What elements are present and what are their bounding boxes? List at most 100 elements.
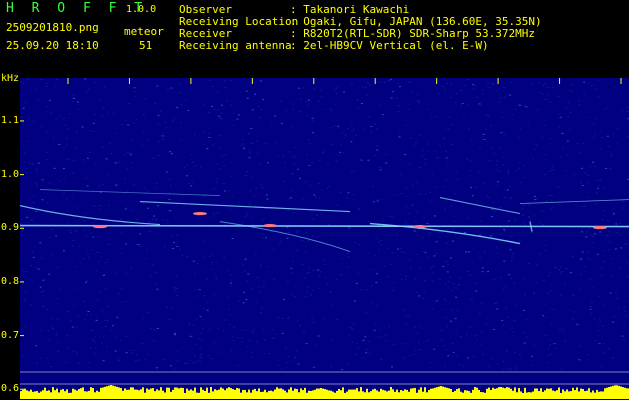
- noise-dot: [143, 114, 145, 115]
- noise-dot: [23, 161, 26, 163]
- signal-bar: [346, 391, 348, 399]
- signal-bar: [82, 387, 84, 399]
- noise-dot: [192, 324, 195, 326]
- noise-dot: [591, 287, 594, 289]
- noise-dot: [241, 139, 244, 141]
- noise-dot: [252, 357, 254, 359]
- signal-bar: [562, 389, 564, 399]
- noise-dot: [246, 346, 249, 348]
- noise-dot: [330, 127, 333, 129]
- noise-dot: [581, 185, 584, 187]
- noise-dot: [311, 218, 314, 220]
- signal-bar: [48, 390, 50, 399]
- noise-dot: [277, 317, 280, 319]
- noise-dot: [105, 326, 107, 327]
- noise-dot: [318, 159, 321, 161]
- noise-dot: [596, 329, 599, 331]
- hot-spot: [193, 211, 207, 216]
- noise-dot: [571, 256, 574, 257]
- noise-dot: [133, 90, 136, 92]
- noise-dot: [187, 324, 190, 326]
- signal-bar: [548, 388, 550, 399]
- signal-bar: [538, 391, 540, 399]
- noise-dot: [300, 98, 303, 100]
- noise-dot: [199, 347, 202, 349]
- noise-dot: [563, 340, 566, 342]
- noise-dot: [439, 278, 441, 280]
- noise-dot: [408, 163, 411, 165]
- noise-dot: [410, 137, 413, 139]
- noise-dot: [291, 272, 294, 274]
- signal-bar: [428, 389, 430, 399]
- noise-dot: [352, 128, 355, 130]
- noise-dot: [265, 237, 267, 239]
- signal-bar: [366, 388, 368, 399]
- noise-dot: [347, 128, 349, 130]
- signal-bar: [572, 387, 574, 399]
- noise-dot: [168, 151, 171, 153]
- noise-dot: [145, 258, 148, 260]
- noise-dot: [578, 100, 581, 102]
- noise-dot: [416, 291, 419, 293]
- noise-dot: [95, 270, 98, 272]
- noise-dot: [312, 322, 315, 323]
- noise-dot: [328, 107, 331, 109]
- noise-dot: [86, 157, 89, 159]
- noise-dot: [284, 162, 286, 164]
- noise-dot: [203, 295, 206, 297]
- noise-dot: [372, 269, 375, 271]
- noise-dot: [170, 307, 173, 309]
- noise-dot: [510, 260, 512, 262]
- signal-bar: [556, 390, 558, 399]
- noise-dot: [400, 342, 403, 344]
- noise-dot: [42, 279, 45, 281]
- noise-dot: [559, 272, 562, 274]
- noise-dot: [541, 224, 544, 226]
- noise-dot: [73, 94, 75, 96]
- noise-dot: [250, 143, 253, 144]
- noise-dot: [606, 234, 609, 236]
- noise-dot: [156, 328, 159, 329]
- noise-dot: [623, 310, 626, 312]
- noise-dot: [476, 339, 479, 341]
- noise-dot: [407, 109, 410, 111]
- signal-bar: [468, 391, 470, 399]
- noise-dot: [25, 172, 28, 174]
- signal-bar: [514, 387, 516, 399]
- noise-dot: [543, 125, 546, 127]
- noise-dot: [323, 149, 326, 151]
- noise-dot: [161, 220, 164, 222]
- noise-dot: [466, 103, 469, 105]
- noise-dot: [525, 318, 528, 320]
- noise-dot: [500, 116, 503, 118]
- signal-bar: [134, 389, 136, 399]
- noise-dot: [555, 185, 558, 187]
- noise-dot: [290, 359, 293, 361]
- noise-dot: [596, 180, 599, 181]
- noise-dot: [45, 151, 48, 153]
- noise-dot: [362, 339, 365, 341]
- noise-dot: [127, 152, 129, 154]
- signal-bar: [226, 388, 228, 399]
- noise-dot: [296, 250, 299, 251]
- signal-bar: [136, 389, 138, 399]
- noise-dot: [54, 85, 57, 87]
- signal-bar: [462, 392, 464, 399]
- noise-dot: [446, 229, 449, 231]
- noise-dot: [366, 94, 369, 96]
- noise-dot: [547, 361, 550, 363]
- noise-dot: [380, 359, 383, 360]
- noise-dot: [425, 341, 428, 343]
- signal-bar: [210, 387, 212, 399]
- noise-dot: [502, 157, 505, 158]
- noise-dot: [367, 116, 370, 118]
- noise-dot: [478, 312, 481, 314]
- noise-dot: [120, 232, 123, 234]
- noise-dot: [444, 300, 447, 302]
- noise-dot: [452, 343, 454, 345]
- noise-dot: [469, 170, 472, 172]
- signal-bar: [292, 390, 294, 399]
- signal-bar: [60, 389, 62, 399]
- noise-dot: [507, 316, 509, 318]
- signal-bar: [570, 391, 572, 399]
